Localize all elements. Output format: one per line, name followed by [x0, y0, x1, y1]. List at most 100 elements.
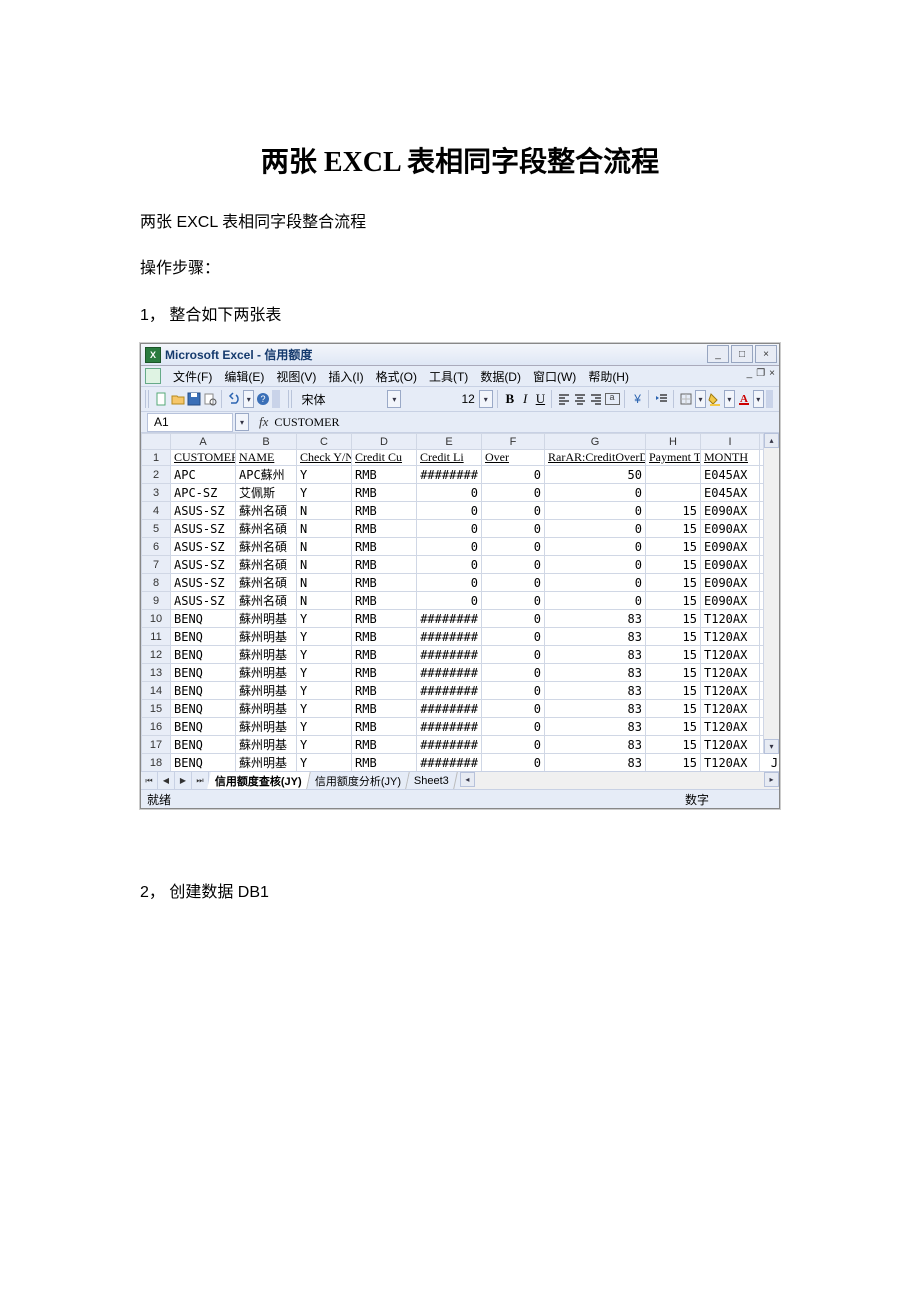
cell[interactable]: 蘇州明基 [236, 682, 297, 700]
cell[interactable]: 蘇州明基 [236, 700, 297, 718]
column-header[interactable]: I [701, 434, 760, 450]
cell[interactable]: RMB [352, 556, 417, 574]
header-cell[interactable]: NAME [236, 450, 297, 466]
row-header[interactable]: 16 [142, 718, 171, 736]
header-cell[interactable]: MONTH [701, 450, 760, 466]
cell[interactable]: 0 [545, 502, 646, 520]
cell[interactable]: 83 [545, 754, 646, 772]
format-toolbar-overflow-icon[interactable] [766, 390, 773, 408]
cell[interactable]: ######## [417, 736, 482, 754]
cell[interactable]: 0 [482, 718, 545, 736]
cell[interactable]: 0 [545, 556, 646, 574]
cell[interactable]: 蘇州明基 [236, 628, 297, 646]
toolbar-grip[interactable] [145, 390, 151, 408]
document-icon[interactable] [145, 368, 161, 384]
tab-nav-last-icon[interactable]: ⏭ [192, 772, 209, 789]
cell[interactable]: 15 [646, 592, 701, 610]
undo-dropdown-icon[interactable]: ▾ [243, 390, 254, 408]
cell[interactable]: 15 [646, 754, 701, 772]
cell[interactable]: 蘇州明基 [236, 736, 297, 754]
cell[interactable]: ######## [417, 664, 482, 682]
print-preview-icon[interactable] [203, 390, 217, 408]
window-close-button[interactable]: × [755, 345, 777, 363]
menu-tools[interactable]: 工具(T) [423, 366, 474, 387]
cell[interactable]: T120AX [701, 682, 760, 700]
cell[interactable] [646, 484, 701, 502]
cell[interactable]: Y [297, 700, 352, 718]
menu-format[interactable]: 格式(O) [370, 366, 423, 387]
header-cell[interactable]: Over [482, 450, 545, 466]
cell[interactable]: 0 [417, 538, 482, 556]
cell[interactable]: RMB [352, 502, 417, 520]
cell[interactable]: E090AX [701, 574, 760, 592]
menu-data[interactable]: 数据(D) [474, 366, 527, 387]
align-center-icon[interactable] [573, 390, 587, 408]
cell[interactable]: T120AX [701, 664, 760, 682]
row-header[interactable]: 15 [142, 700, 171, 718]
cell[interactable]: 0 [417, 592, 482, 610]
menu-file[interactable]: 文件(F) [167, 366, 218, 387]
cell[interactable]: 0 [417, 484, 482, 502]
cell[interactable]: 0 [482, 754, 545, 772]
header-cell[interactable]: RarAR:CreditOverDue I [545, 450, 646, 466]
align-right-icon[interactable] [589, 390, 603, 408]
column-header[interactable]: B [236, 434, 297, 450]
cell[interactable]: 0 [545, 484, 646, 502]
cell[interactable]: E045AX [701, 466, 760, 484]
cell[interactable]: E090AX [701, 538, 760, 556]
workbook-restore-button[interactable]: ❐ [756, 368, 765, 379]
cell[interactable]: RMB [352, 592, 417, 610]
cell[interactable]: 0 [545, 592, 646, 610]
cell[interactable]: 0 [482, 484, 545, 502]
sheet-tab-3[interactable]: Sheet3 [406, 772, 457, 789]
cell[interactable]: APC-SZ [171, 484, 236, 502]
cell[interactable]: 蘇州名碩 [236, 502, 297, 520]
worksheet-grid[interactable]: ABCDEFGHIJ1CUSTOMERNAMECheck Y/NCredit C… [141, 433, 779, 771]
borders-icon[interactable] [679, 390, 693, 408]
column-header[interactable]: G [545, 434, 646, 450]
cell[interactable]: 蘇州名碩 [236, 520, 297, 538]
cell[interactable]: ASUS-SZ [171, 592, 236, 610]
workbook-minimize-button[interactable]: _ [747, 368, 753, 379]
row-header[interactable]: 11 [142, 628, 171, 646]
cell[interactable]: 蘇州名碩 [236, 556, 297, 574]
cell[interactable]: 83 [545, 628, 646, 646]
header-cell[interactable]: CUSTOMER [171, 450, 236, 466]
italic-button[interactable]: I [519, 390, 532, 408]
cell[interactable]: 15 [646, 646, 701, 664]
scroll-up-icon[interactable]: ▴ [764, 433, 779, 448]
row-header[interactable]: 7 [142, 556, 171, 574]
cell[interactable]: 0 [482, 646, 545, 664]
cell[interactable]: 0 [482, 466, 545, 484]
row-header[interactable]: 13 [142, 664, 171, 682]
cell[interactable]: ######## [417, 610, 482, 628]
cell[interactable]: BENQ [171, 682, 236, 700]
cell[interactable]: RMB [352, 700, 417, 718]
format-toolbar-grip[interactable] [288, 390, 294, 408]
undo-icon[interactable] [227, 390, 241, 408]
cell[interactable]: 83 [545, 646, 646, 664]
formula-input[interactable]: CUSTOMER [274, 415, 339, 430]
scroll-left-icon[interactable]: ◂ [460, 772, 475, 787]
column-header[interactable]: E [417, 434, 482, 450]
cell[interactable]: E090AX [701, 592, 760, 610]
cell[interactable]: 蘇州明基 [236, 610, 297, 628]
cell[interactable]: 15 [646, 574, 701, 592]
cell[interactable]: 0 [482, 628, 545, 646]
cell[interactable]: 蘇州明基 [236, 646, 297, 664]
cell[interactable]: T120AX [701, 718, 760, 736]
row-header[interactable]: 14 [142, 682, 171, 700]
cell[interactable]: RMB [352, 520, 417, 538]
header-cell[interactable]: Credit Cu [352, 450, 417, 466]
cell[interactable]: 0 [482, 736, 545, 754]
cell[interactable]: T120AX [701, 754, 760, 772]
cell[interactable]: N [297, 592, 352, 610]
toolbar-overflow-icon[interactable] [272, 390, 279, 408]
horizontal-scrollbar[interactable]: ◂ ▸ [460, 772, 779, 789]
row-header[interactable]: 6 [142, 538, 171, 556]
cell[interactable]: BENQ [171, 754, 236, 772]
align-left-icon[interactable] [557, 390, 571, 408]
cell[interactable]: ASUS-SZ [171, 538, 236, 556]
cell[interactable]: RMB [352, 484, 417, 502]
bold-button[interactable]: B [503, 390, 516, 408]
